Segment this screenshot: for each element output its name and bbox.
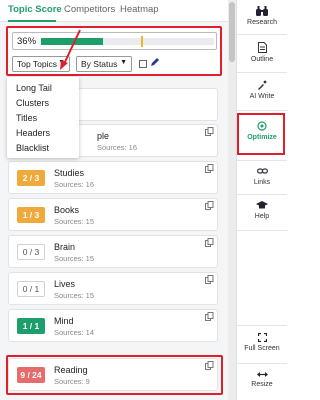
fullscreen-icon <box>257 333 267 342</box>
copy-icon[interactable] <box>205 127 214 136</box>
sidebar-item-label: Optimize <box>247 134 277 141</box>
topic-count-badge: 9 / 24 <box>17 367 45 383</box>
divider <box>237 34 287 35</box>
list-item[interactable]: 1 / 3 Books Sources: 15 <box>8 198 218 231</box>
dropdown-item-blacklist[interactable]: Blacklist <box>16 143 49 153</box>
dropdown-item-long-tail[interactable]: Long Tail <box>16 83 52 93</box>
row-sources: Sources: 9 <box>54 377 90 386</box>
row-sources: Sources: 15 <box>54 217 95 226</box>
scrollbar[interactable] <box>228 0 236 400</box>
by-status-select[interactable]: By Status ▼ <box>76 56 132 72</box>
dropdown-item-clusters[interactable]: Clusters <box>16 98 49 108</box>
target-icon <box>257 121 267 131</box>
score-percent: 36% <box>17 36 37 47</box>
divider <box>237 363 287 364</box>
sidebar-item-research[interactable]: Research <box>237 6 287 26</box>
sidebar-item-ai-write[interactable]: AI Write <box>237 80 287 100</box>
divider <box>237 160 287 161</box>
copy-icon[interactable] <box>205 201 214 210</box>
copy-icon[interactable] <box>205 238 214 247</box>
resize-icon <box>256 372 268 377</box>
copy-icon[interactable] <box>205 312 214 321</box>
topic-count-badge: 2 / 3 <box>17 170 45 186</box>
divider <box>237 72 287 73</box>
row-title: ple <box>97 131 110 141</box>
topic-count-badge: 1 / 1 <box>17 318 45 334</box>
divider <box>237 194 287 195</box>
binoculars-icon <box>256 6 268 16</box>
by-status-value: By Status <box>81 59 118 69</box>
sidebar-item-links[interactable]: Links <box>237 166 287 186</box>
sidebar-item-label: Full Screen <box>244 345 280 352</box>
list-item[interactable]: 0 / 3 Brain Sources: 15 <box>8 235 218 268</box>
document-icon <box>257 42 267 53</box>
divider <box>237 110 287 111</box>
list-item[interactable]: 0 / 1 Lives Sources: 15 <box>8 272 218 305</box>
tool-sidebar: Research Outline AI Write Optimize Links <box>236 0 287 400</box>
graduation-cap-icon <box>256 201 268 209</box>
topic-count-badge: 1 / 3 <box>17 207 45 223</box>
tab-heatmap[interactable]: Heatmap <box>120 4 159 15</box>
sidebar-item-full-screen[interactable]: Full Screen <box>237 333 287 352</box>
scroll-thumb[interactable] <box>229 2 235 62</box>
topic-count-badge: 0 / 3 <box>17 244 45 260</box>
active-tab-indicator <box>8 20 56 22</box>
row-sources: Sources: 16 <box>54 180 95 189</box>
sidebar-item-resize[interactable]: Resize <box>237 371 287 388</box>
sidebar-item-label: AI Write <box>249 93 275 100</box>
divider <box>237 230 287 231</box>
row-sources: Sources: 15 <box>54 254 95 263</box>
list-item[interactable]: 9 / 24 Reading Sources: 9 <box>8 358 218 391</box>
copy-icon[interactable] <box>205 275 214 284</box>
link-icon <box>256 168 268 174</box>
row-sources: Sources: 15 <box>54 291 95 300</box>
filter-checkbox[interactable] <box>139 60 147 68</box>
score-box: 36% Top Topics ▼ By Status ▼ <box>6 26 222 76</box>
divider <box>237 325 287 326</box>
magic-pen-icon <box>258 80 267 90</box>
top-topics-value: Top Topics <box>17 59 58 69</box>
copy-icon[interactable] <box>205 361 214 370</box>
row-title: Brain <box>54 242 76 252</box>
dropdown-item-titles[interactable]: Titles <box>16 113 37 123</box>
score-track <box>41 36 214 47</box>
sidebar-item-label: Outline <box>250 56 274 63</box>
row-title: Books <box>54 205 80 215</box>
tab-topic-score[interactable]: Topic Score <box>8 4 62 15</box>
sidebar-item-label: Help <box>254 213 270 220</box>
row-title: Studies <box>54 168 85 178</box>
top-topics-select[interactable]: Top Topics ▼ <box>12 56 70 72</box>
dropdown-item-headers[interactable]: Headers <box>16 128 50 138</box>
topics-dropdown-menu: Long Tail Clusters Titles Headers Blackl… <box>7 77 79 158</box>
tab-competitors[interactable]: Competitors <box>64 4 115 15</box>
target-marker <box>141 36 144 47</box>
pen-icon[interactable] <box>150 57 160 67</box>
tab-bar: Topic Score Competitors Heatmap <box>0 0 228 22</box>
score-fill <box>41 38 104 45</box>
chevron-down-icon: ▼ <box>120 59 127 66</box>
row-sources: Sources: 16 <box>97 143 138 152</box>
sidebar-item-label: Links <box>253 179 271 186</box>
sidebar-item-outline[interactable]: Outline <box>237 42 287 63</box>
sidebar-item-optimize[interactable]: Optimize <box>237 121 287 141</box>
score-progress: 36% <box>12 32 217 50</box>
row-title: Lives <box>54 279 76 289</box>
row-sources: Sources: 14 <box>54 328 95 337</box>
sidebar-item-label: Research <box>247 19 277 26</box>
topic-count-badge: 0 / 1 <box>17 281 45 297</box>
row-title: Reading <box>54 365 88 375</box>
sidebar-item-help[interactable]: Help <box>237 201 287 220</box>
list-item[interactable]: 2 / 3 Studies Sources: 16 <box>8 161 218 194</box>
list-item[interactable]: 1 / 1 Mind Sources: 14 <box>8 309 218 342</box>
row-title: Mind <box>54 316 74 326</box>
sidebar-item-label: Resize <box>251 381 273 388</box>
chevron-down-icon: ▼ <box>58 59 65 66</box>
copy-icon[interactable] <box>205 164 214 173</box>
topic-score-panel: Topic Score Competitors Heatmap 36% Top … <box>0 0 228 400</box>
